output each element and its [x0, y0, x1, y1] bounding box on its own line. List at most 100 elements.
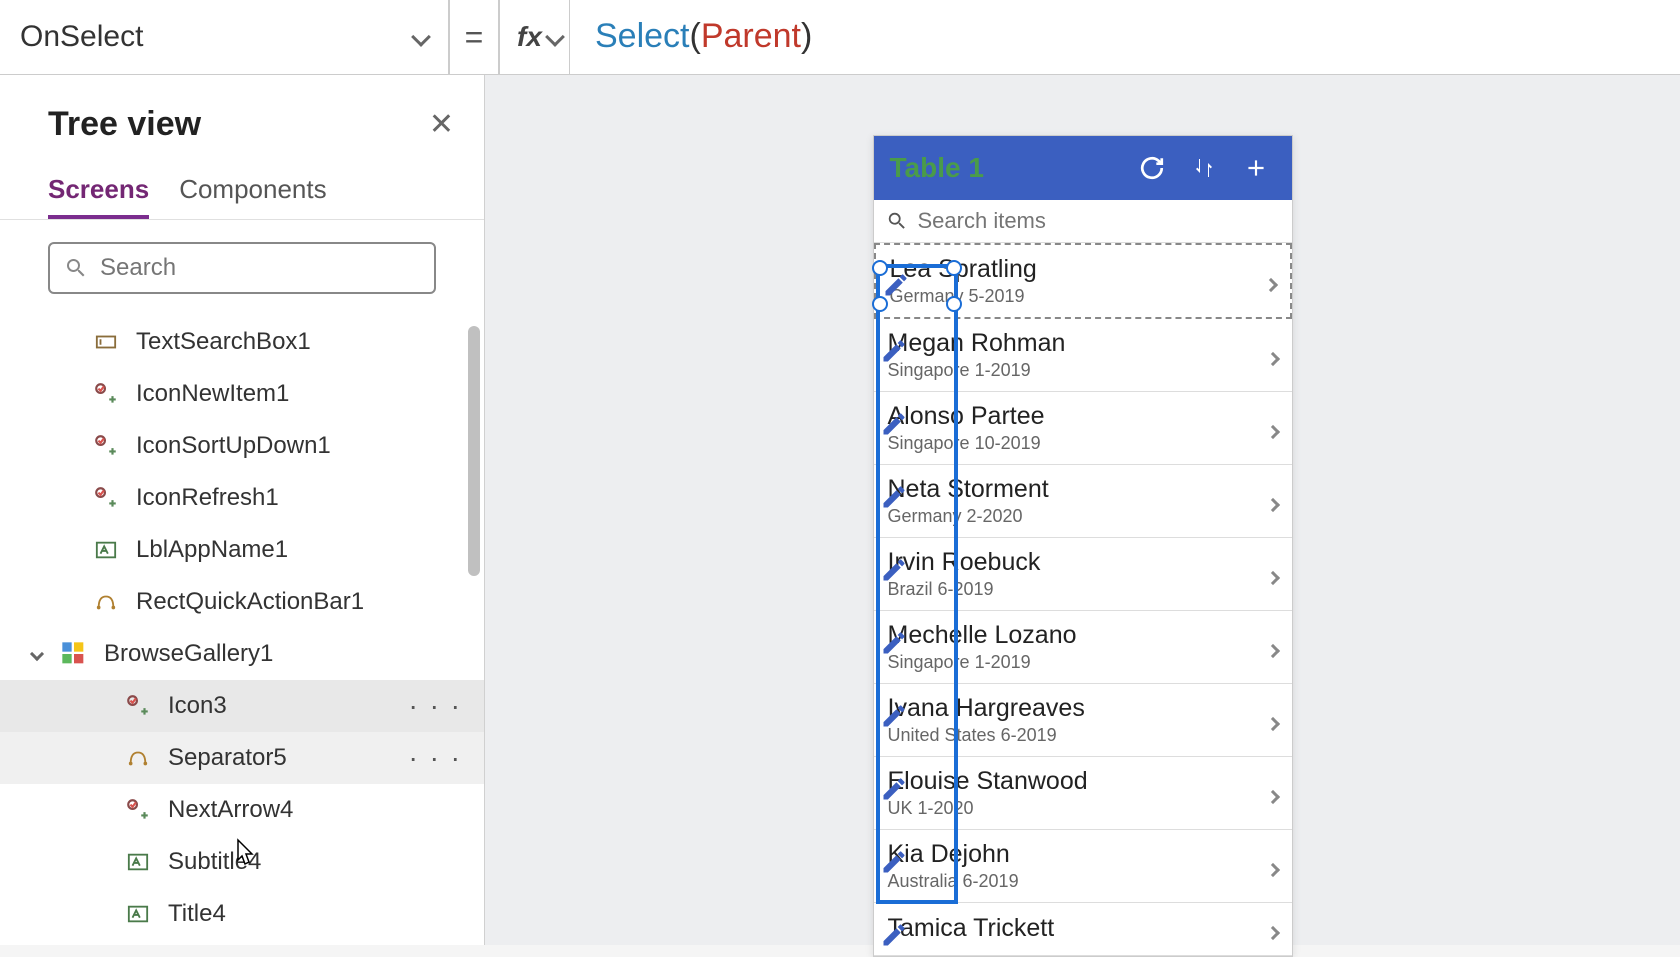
list-item[interactable]: Alonso ParteeSingapore 10-2019	[874, 392, 1292, 465]
chevron-down-icon	[545, 27, 565, 47]
item-title: Megan Rohman	[888, 329, 1268, 358]
chevron-right-icon[interactable]	[1268, 412, 1278, 444]
control-icon	[124, 900, 152, 928]
edit-icon[interactable]	[880, 483, 908, 511]
tree-item[interactable]: Separator5· · ·	[0, 732, 484, 784]
tree-item[interactable]: Title4	[0, 888, 484, 940]
chevron-right-icon[interactable]	[1268, 558, 1278, 590]
formula-input[interactable]: Select(Parent)	[570, 17, 1680, 58]
gallery-icon	[60, 640, 88, 668]
search-icon	[886, 210, 908, 232]
tree-item-label: LblAppName1	[136, 536, 288, 564]
list-item[interactable]: Elouise StanwoodUK 1-2020	[874, 757, 1292, 830]
tree-search[interactable]	[48, 242, 436, 294]
chevron-right-icon[interactable]	[1268, 704, 1278, 736]
tab-screens[interactable]: Screens	[48, 164, 149, 219]
edit-icon[interactable]	[882, 271, 910, 299]
app-preview: Table 1 Lea SpratlingGermany 5-2019 Megan…	[873, 135, 1293, 957]
fx-badge[interactable]: fx	[510, 0, 570, 74]
edit-icon[interactable]	[880, 702, 908, 730]
main-area: Tree view ✕ Screens Components TextSearc…	[0, 75, 1680, 945]
item-subtitle: Germany 2-2020	[888, 506, 1268, 527]
list-item[interactable]: Neta StormentGermany 2-2020	[874, 465, 1292, 538]
list-content: Irvin RoebuckBrazil 6-2019	[888, 548, 1268, 600]
search-icon	[64, 256, 88, 280]
equals-sign: =	[450, 0, 500, 74]
tree-item[interactable]: NextArrow4	[0, 784, 484, 836]
list-item[interactable]: Megan RohmanSingapore 1-2019	[874, 319, 1292, 392]
list-content: Kia DejohnAustralia 6-2019	[888, 840, 1268, 892]
item-subtitle: Singapore 1-2019	[888, 360, 1268, 381]
sort-icon[interactable]	[1184, 148, 1224, 188]
control-icon	[92, 536, 120, 564]
list-content: Tamica Trickett	[888, 914, 1268, 945]
item-title: Ivana Hargreaves	[888, 694, 1268, 723]
item-title: Mechelle Lozano	[888, 621, 1268, 650]
chevron-down-icon	[411, 27, 431, 47]
add-icon[interactable]	[1236, 148, 1276, 188]
chevron-right-icon[interactable]	[1268, 339, 1278, 371]
edit-icon[interactable]	[880, 848, 908, 876]
app-header: Table 1	[874, 136, 1292, 200]
item-title: Irvin Roebuck	[888, 548, 1268, 577]
close-icon[interactable]: ✕	[429, 107, 454, 142]
tree-item[interactable]: RectQuickActionBar1	[0, 576, 484, 628]
app-title: Table 1	[890, 152, 1120, 184]
property-dropdown[interactable]: OnSelect	[0, 0, 450, 74]
list-content: Megan RohmanSingapore 1-2019	[888, 329, 1268, 381]
item-subtitle: Singapore 1-2019	[888, 652, 1268, 673]
chevron-right-icon[interactable]	[1268, 777, 1278, 809]
property-label: OnSelect	[20, 20, 143, 54]
control-icon	[124, 796, 152, 824]
list-content: Alonso ParteeSingapore 10-2019	[888, 402, 1268, 454]
refresh-icon[interactable]	[1132, 148, 1172, 188]
more-icon[interactable]: · · ·	[408, 690, 462, 722]
edit-icon[interactable]	[880, 410, 908, 438]
edit-icon[interactable]	[880, 775, 908, 803]
edit-icon[interactable]	[880, 337, 908, 365]
control-icon	[92, 432, 120, 460]
tree-item-detail-screen[interactable]: DetailScreen1	[0, 940, 484, 945]
chevron-right-icon[interactable]	[1268, 913, 1278, 945]
tree-item-label: IconRefresh1	[136, 484, 279, 512]
list-item[interactable]: Ivana HargreavesUnited States 6-2019	[874, 684, 1292, 757]
control-icon	[124, 744, 152, 772]
tree-item[interactable]: LblAppName1	[0, 524, 484, 576]
chevron-right-icon[interactable]	[1268, 485, 1278, 517]
app-search-box[interactable]	[874, 200, 1292, 243]
item-title: Alonso Partee	[888, 402, 1268, 431]
tree-item-label: Title4	[168, 900, 226, 928]
list-item[interactable]: Tamica Trickett	[874, 903, 1292, 956]
more-icon[interactable]: · · ·	[408, 742, 462, 774]
tree-item-label: IconNewItem1	[136, 380, 289, 408]
list-content: Mechelle LozanoSingapore 1-2019	[888, 621, 1268, 673]
chevron-right-icon[interactable]	[1268, 631, 1278, 663]
app-search-input[interactable]	[918, 208, 1280, 234]
tree-item[interactable]: IconSortUpDown1	[0, 420, 484, 472]
tree-search-input[interactable]	[100, 254, 420, 282]
control-icon	[92, 484, 120, 512]
list-item[interactable]: Irvin RoebuckBrazil 6-2019	[874, 538, 1292, 611]
tree-item[interactable]: Icon3 · · ·	[0, 680, 484, 732]
control-icon	[92, 588, 120, 616]
tree-item-gallery[interactable]: BrowseGallery1	[0, 628, 484, 680]
list-item[interactable]: Kia DejohnAustralia 6-2019	[874, 830, 1292, 903]
formula-arg: Parent	[701, 17, 801, 55]
item-title: Neta Storment	[888, 475, 1268, 504]
chevron-right-icon[interactable]	[1266, 265, 1276, 297]
item-subtitle: Germany 5-2019	[890, 286, 1266, 307]
tree-item[interactable]: TextSearchBox1	[0, 316, 484, 368]
item-title: Elouise Stanwood	[888, 767, 1268, 796]
tab-components[interactable]: Components	[179, 164, 326, 219]
list-item[interactable]: Lea SpratlingGermany 5-2019	[874, 243, 1292, 319]
tree-item-label: Icon3	[168, 692, 227, 720]
item-title: Kia Dejohn	[888, 840, 1268, 869]
edit-icon[interactable]	[880, 556, 908, 584]
tree-item[interactable]: IconRefresh1	[0, 472, 484, 524]
list-item[interactable]: Mechelle LozanoSingapore 1-2019	[874, 611, 1292, 684]
canvas[interactable]: Table 1 Lea SpratlingGermany 5-2019 Megan…	[485, 75, 1680, 945]
edit-icon[interactable]	[880, 629, 908, 657]
tree-item[interactable]: IconNewItem1	[0, 368, 484, 420]
tree-item-label: RectQuickActionBar1	[136, 588, 364, 616]
chevron-right-icon[interactable]	[1268, 850, 1278, 882]
